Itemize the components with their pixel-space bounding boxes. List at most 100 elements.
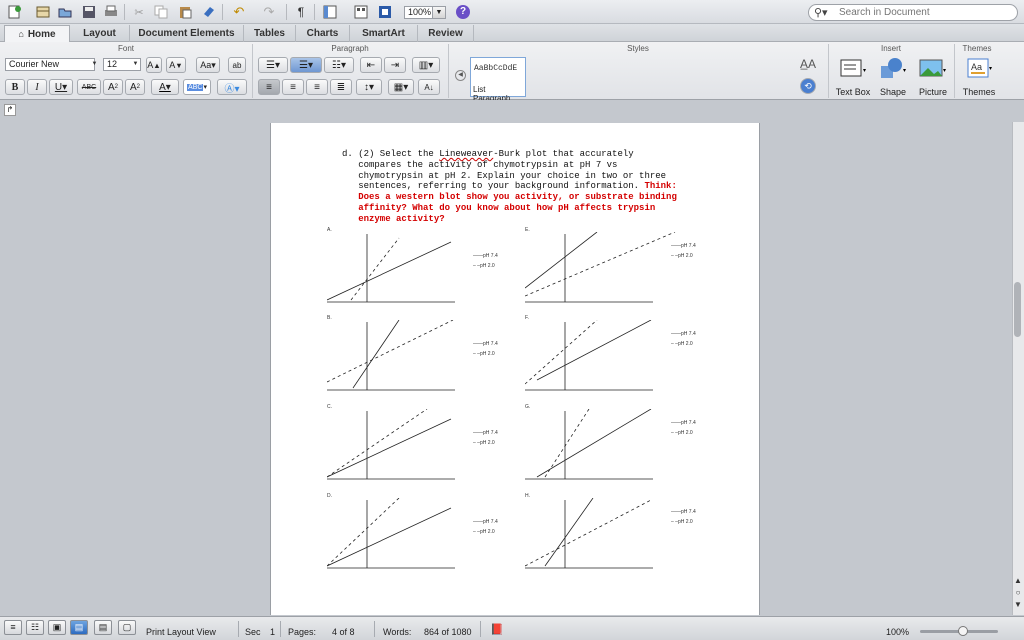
bullets-button[interactable]: ☰▾ [258,57,288,73]
full-screen-view-button[interactable]: ▢ [118,620,136,635]
spelling-check-icon[interactable]: 📕 [490,623,504,636]
highlight-button[interactable]: ABC ▾ [183,79,211,95]
tab-document-elements[interactable]: Document Elements [130,25,244,42]
section-value: 1 [270,627,276,637]
columns-button[interactable]: ▥▾ [412,57,440,73]
styles-group-title: Styles [627,44,649,53]
vertical-scroll-thumb[interactable] [1014,282,1021,337]
picture-button[interactable]: ▾ Picture [910,56,956,98]
tab-smartart[interactable]: SmartArt [350,25,418,42]
save-icon[interactable] [80,4,98,20]
align-center-button[interactable]: ≡ [282,79,304,95]
clear-formatting-icon[interactable]: ab [228,57,246,73]
question-text-run: Lineweaver [439,149,494,159]
search-icon[interactable]: ⚲▾ [814,6,828,19]
tab-home[interactable]: ⌂ Home [4,25,70,42]
cut-icon[interactable]: ✂ [130,4,148,20]
align-right-button[interactable]: ≡ [306,79,328,95]
subscript-button[interactable]: A2 [125,79,145,95]
tab-review[interactable]: Review [418,25,474,42]
styles-pane-icon[interactable]: ⟲ [800,78,816,94]
tab-charts[interactable]: Charts [296,25,350,42]
zoom-slider-knob[interactable] [958,626,968,636]
font-name-dropdown[interactable]: ▼ [90,58,99,71]
question-line: d. (2) Select the Lineweaver-Burk plot t… [342,149,712,160]
superscript-button[interactable]: A2 [103,79,123,95]
help-icon[interactable]: ? [456,5,470,19]
zoom-dropdown[interactable]: ▼ [432,6,446,19]
search-input[interactable] [839,6,1011,19]
copy-icon[interactable] [152,4,170,20]
strikethrough-button[interactable]: ABC [77,79,101,95]
tab-stop-selector-icon[interactable]: ↱ [4,104,16,116]
publishing-view-button[interactable]: ▣ [48,620,66,635]
question-text-run: enzyme activity? [342,213,445,224]
question-line: compares the activity of chymotrypsin at… [342,160,712,171]
plot-legend: ——pH 7.4 – –pH 2.0 [473,339,498,359]
font-color-button[interactable]: A▾ [151,79,179,95]
change-case-icon[interactable]: Aa▾ [196,57,220,73]
legend-dashed: – –pH 2.0 [473,351,495,357]
sidebar-icon[interactable] [320,4,340,20]
format-painter-icon[interactable] [200,4,218,20]
status-bar: ≡ ☷ ▣ ▤ ▤ ▢ Print Layout View Sec 1 Page… [0,616,1024,640]
numbering-button[interactable]: ☰▾ [290,57,322,73]
text-box-icon: ▾ [840,59,866,77]
ruler-area [0,100,1024,122]
document-page[interactable]: d. (2) Select the Lineweaver-Burk plot t… [270,123,760,615]
browse-navigation[interactable]: ▲ ○ ▼ [1013,575,1023,613]
styles-prev-icon[interactable]: ◀ [455,70,466,81]
italic-button[interactable]: I [27,79,47,95]
font-size-dropdown[interactable]: ▼ [131,58,140,71]
tab-layout[interactable]: Layout [70,25,130,42]
templates-icon[interactable] [34,4,52,20]
line-spacing-button[interactable]: ↕▾ [356,79,382,95]
legend-dashed: – –pH 2.0 [473,263,495,269]
notebook-view-button[interactable]: ▤ [94,620,112,635]
text-effects-button[interactable]: Ⓐ▾ [217,79,247,95]
svg-text:▾: ▾ [863,68,866,74]
print-icon[interactable] [102,4,120,20]
tab-tables[interactable]: Tables [244,25,296,42]
print-layout-view-button[interactable]: ▤ [70,620,88,635]
ph-7-4-line [352,320,400,389]
sort-button[interactable]: A↓ [418,79,440,95]
style-font-icon[interactable]: A̲A [796,56,820,72]
question-line: chymotrypsin at pH 2. Explain your choic… [342,171,712,182]
legend-dashed: – –pH 2.0 [473,440,495,446]
new-icon[interactable] [4,4,24,20]
themes-button[interactable]: Aa ▾ Themes [956,56,1002,98]
question-line: affinity? What do you know about how pH … [342,203,712,214]
multilevel-list-button[interactable]: ☷▾ [324,57,354,73]
paste-icon[interactable] [176,4,194,20]
open-icon[interactable] [56,4,74,20]
plot-legend: ——pH 7.4 – –pH 2.0 [671,418,696,438]
bold-button[interactable]: B [5,79,25,95]
home-icon: ⌂ [18,29,24,39]
draft-view-button[interactable]: ≡ [4,620,22,635]
pilcrow-icon[interactable]: ¶ [294,4,308,20]
styles-gallery[interactable]: AaBbCcDdE List Paragraph [470,57,526,103]
media-icon[interactable] [376,4,394,20]
legend-solid: ——pH 7.4 [473,341,498,347]
redo-icon[interactable]: ↷ [258,4,280,20]
justify-button[interactable]: ≣ [330,79,352,95]
svg-text:▾: ▾ [989,66,992,72]
gallery-icon[interactable] [352,4,370,20]
vertical-scrollbar[interactable] [1012,122,1024,615]
align-left-button[interactable]: ≡ [258,79,280,95]
style-sample: AaBbCcDdE [474,64,518,73]
search-box[interactable]: ⚲▾ [808,4,1018,21]
underline-button[interactable]: U▾ [49,79,73,95]
grow-font-icon[interactable]: A ▲ [146,57,162,73]
question-text-run: Does a western blot show you activity, o… [342,192,677,203]
increase-indent-button[interactable]: ⇥ [384,57,406,73]
borders-button[interactable]: ▦▾ [388,79,414,95]
font-name-field[interactable]: Courier New [5,58,95,71]
insert-group-title: Insert [880,44,901,53]
question-text[interactable]: d. (2) Select the Lineweaver-Burk plot t… [342,149,712,225]
decrease-indent-button[interactable]: ⇤ [360,57,382,73]
undo-icon[interactable]: ↶ [228,4,250,20]
outline-view-button[interactable]: ☷ [26,620,44,635]
shrink-font-icon[interactable]: A ▼ [166,57,186,73]
